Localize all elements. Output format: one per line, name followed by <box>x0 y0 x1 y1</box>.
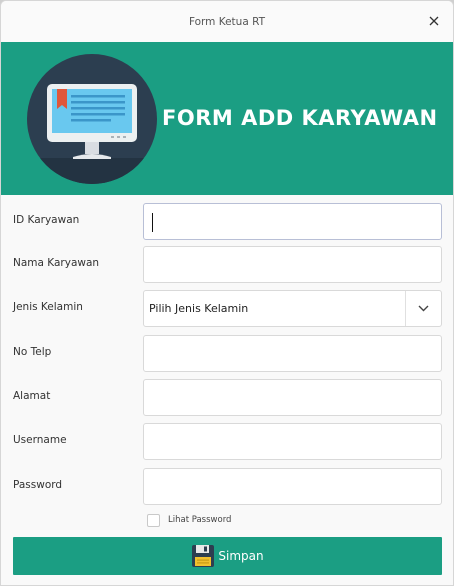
logo <box>27 54 157 184</box>
alamat-input[interactable] <box>143 379 442 416</box>
form-heading: FORM ADD KARYAWAN <box>162 106 438 130</box>
save-button[interactable]: Simpan <box>13 537 442 575</box>
monitor-icon <box>27 84 157 184</box>
jenis-kelamin-label: Jenis Kelamin <box>13 301 83 313</box>
field-row-username: Username <box>1 423 453 460</box>
nama-karyawan-label: Nama Karyawan <box>13 257 100 269</box>
id-karyawan-label: ID Karyawan <box>13 214 80 226</box>
header-banner: FORM ADD KARYAWAN <box>1 42 453 195</box>
text-caret <box>152 213 153 232</box>
chevron-down-icon <box>418 305 429 312</box>
username-input[interactable] <box>143 423 442 460</box>
field-row-alamat: Alamat <box>1 379 453 416</box>
alamat-label: Alamat <box>13 390 51 402</box>
password-label: Password <box>13 479 63 491</box>
field-row-gender: Jenis Kelamin Pilih Jenis Kelamin <box>1 290 453 327</box>
dropdown-toggle[interactable] <box>405 291 441 326</box>
floppy-disk-icon <box>192 545 215 567</box>
window: Form Ketua RT FORM ADD KARYAWAN ID Karya… <box>0 0 454 586</box>
password-input[interactable] <box>143 468 442 505</box>
field-row-id: ID Karyawan <box>1 203 453 240</box>
nama-karyawan-input[interactable] <box>143 246 442 283</box>
show-password-checkbox[interactable] <box>147 513 160 527</box>
window-title: Form Ketua RT <box>188 15 266 28</box>
no-telp-label: No Telp <box>13 346 52 358</box>
field-row-password: Password <box>1 468 453 505</box>
close-icon <box>429 16 439 26</box>
field-row-telp: No Telp <box>1 335 453 372</box>
title-bar: Form Ketua RT <box>1 1 453 42</box>
employee-form: ID Karyawan Nama Karyawan Jenis Kelamin … <box>1 195 453 585</box>
show-password-label: Lihat Password <box>168 515 232 525</box>
no-telp-input[interactable] <box>143 335 442 372</box>
username-label: Username <box>13 434 67 446</box>
close-button[interactable] <box>425 12 443 30</box>
id-karyawan-input[interactable] <box>143 203 442 240</box>
field-row-nama: Nama Karyawan <box>1 246 453 283</box>
jenis-kelamin-select[interactable]: Pilih Jenis Kelamin <box>143 290 442 327</box>
save-button-label: Simpan <box>218 549 264 563</box>
show-password-option[interactable]: Lihat Password <box>147 513 231 527</box>
select-value: Pilih Jenis Kelamin <box>149 302 249 315</box>
